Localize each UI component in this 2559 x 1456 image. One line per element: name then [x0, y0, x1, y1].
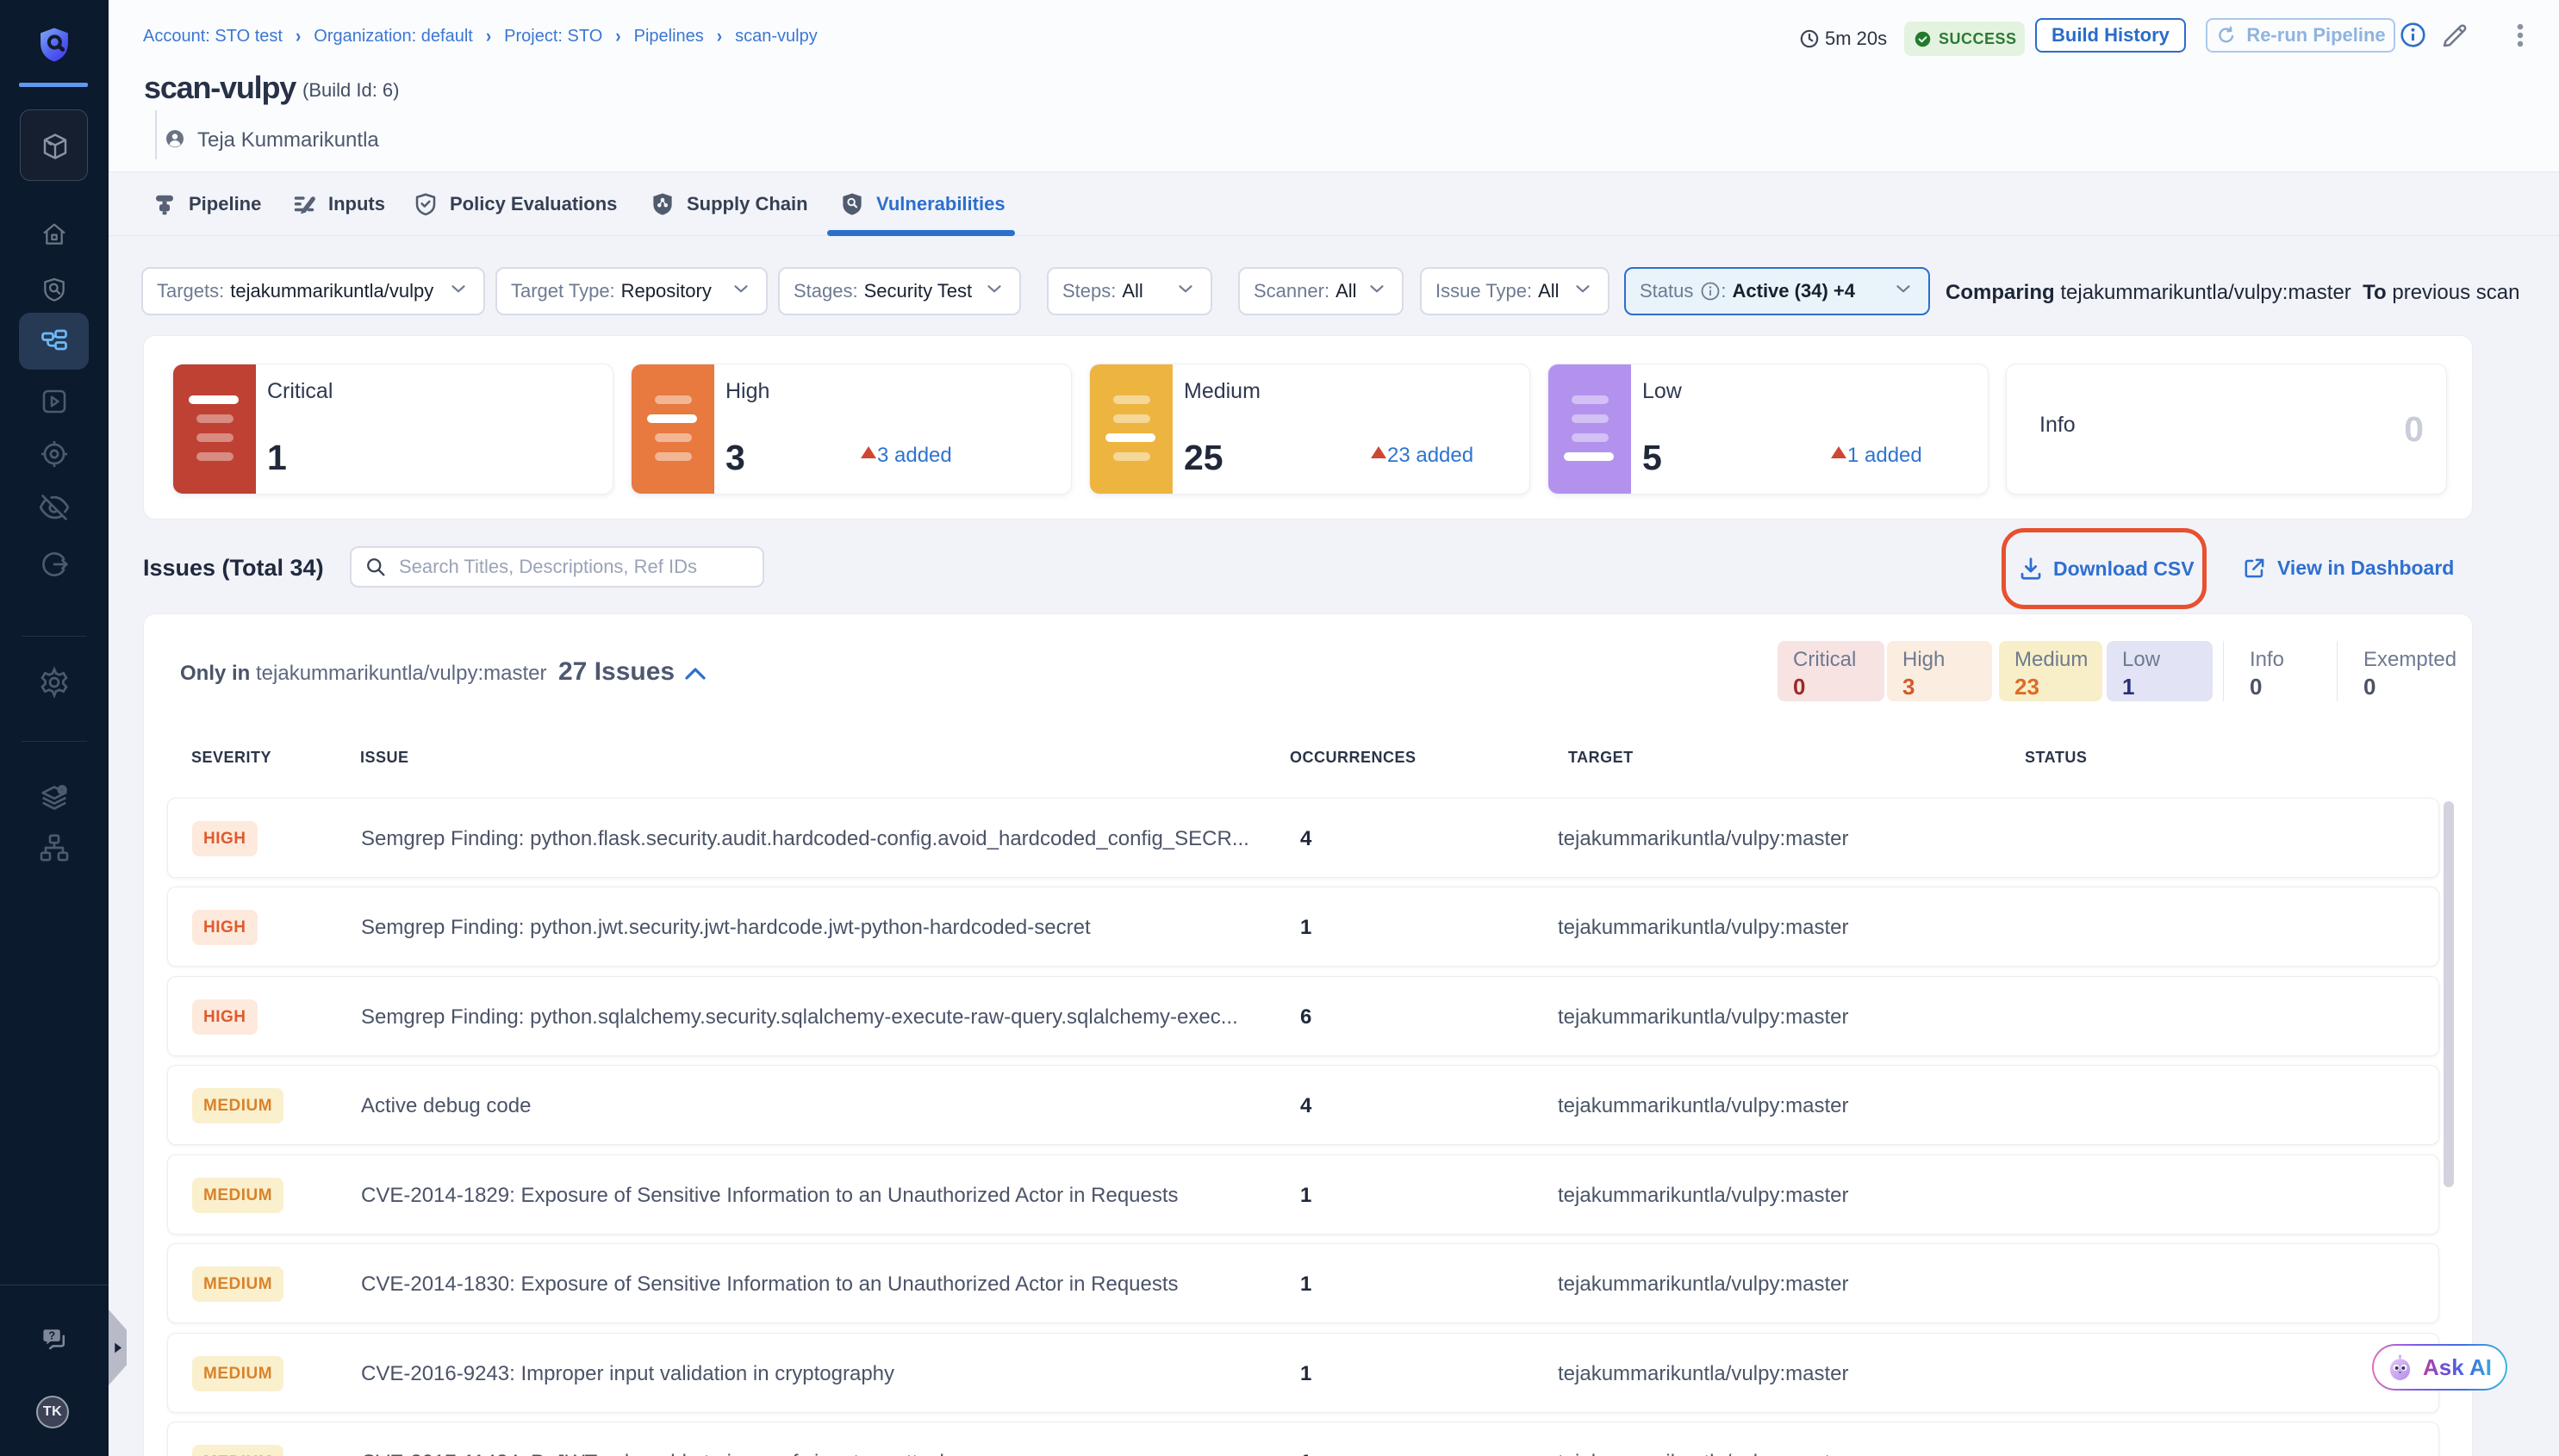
svg-text:?: ?: [48, 1328, 55, 1341]
